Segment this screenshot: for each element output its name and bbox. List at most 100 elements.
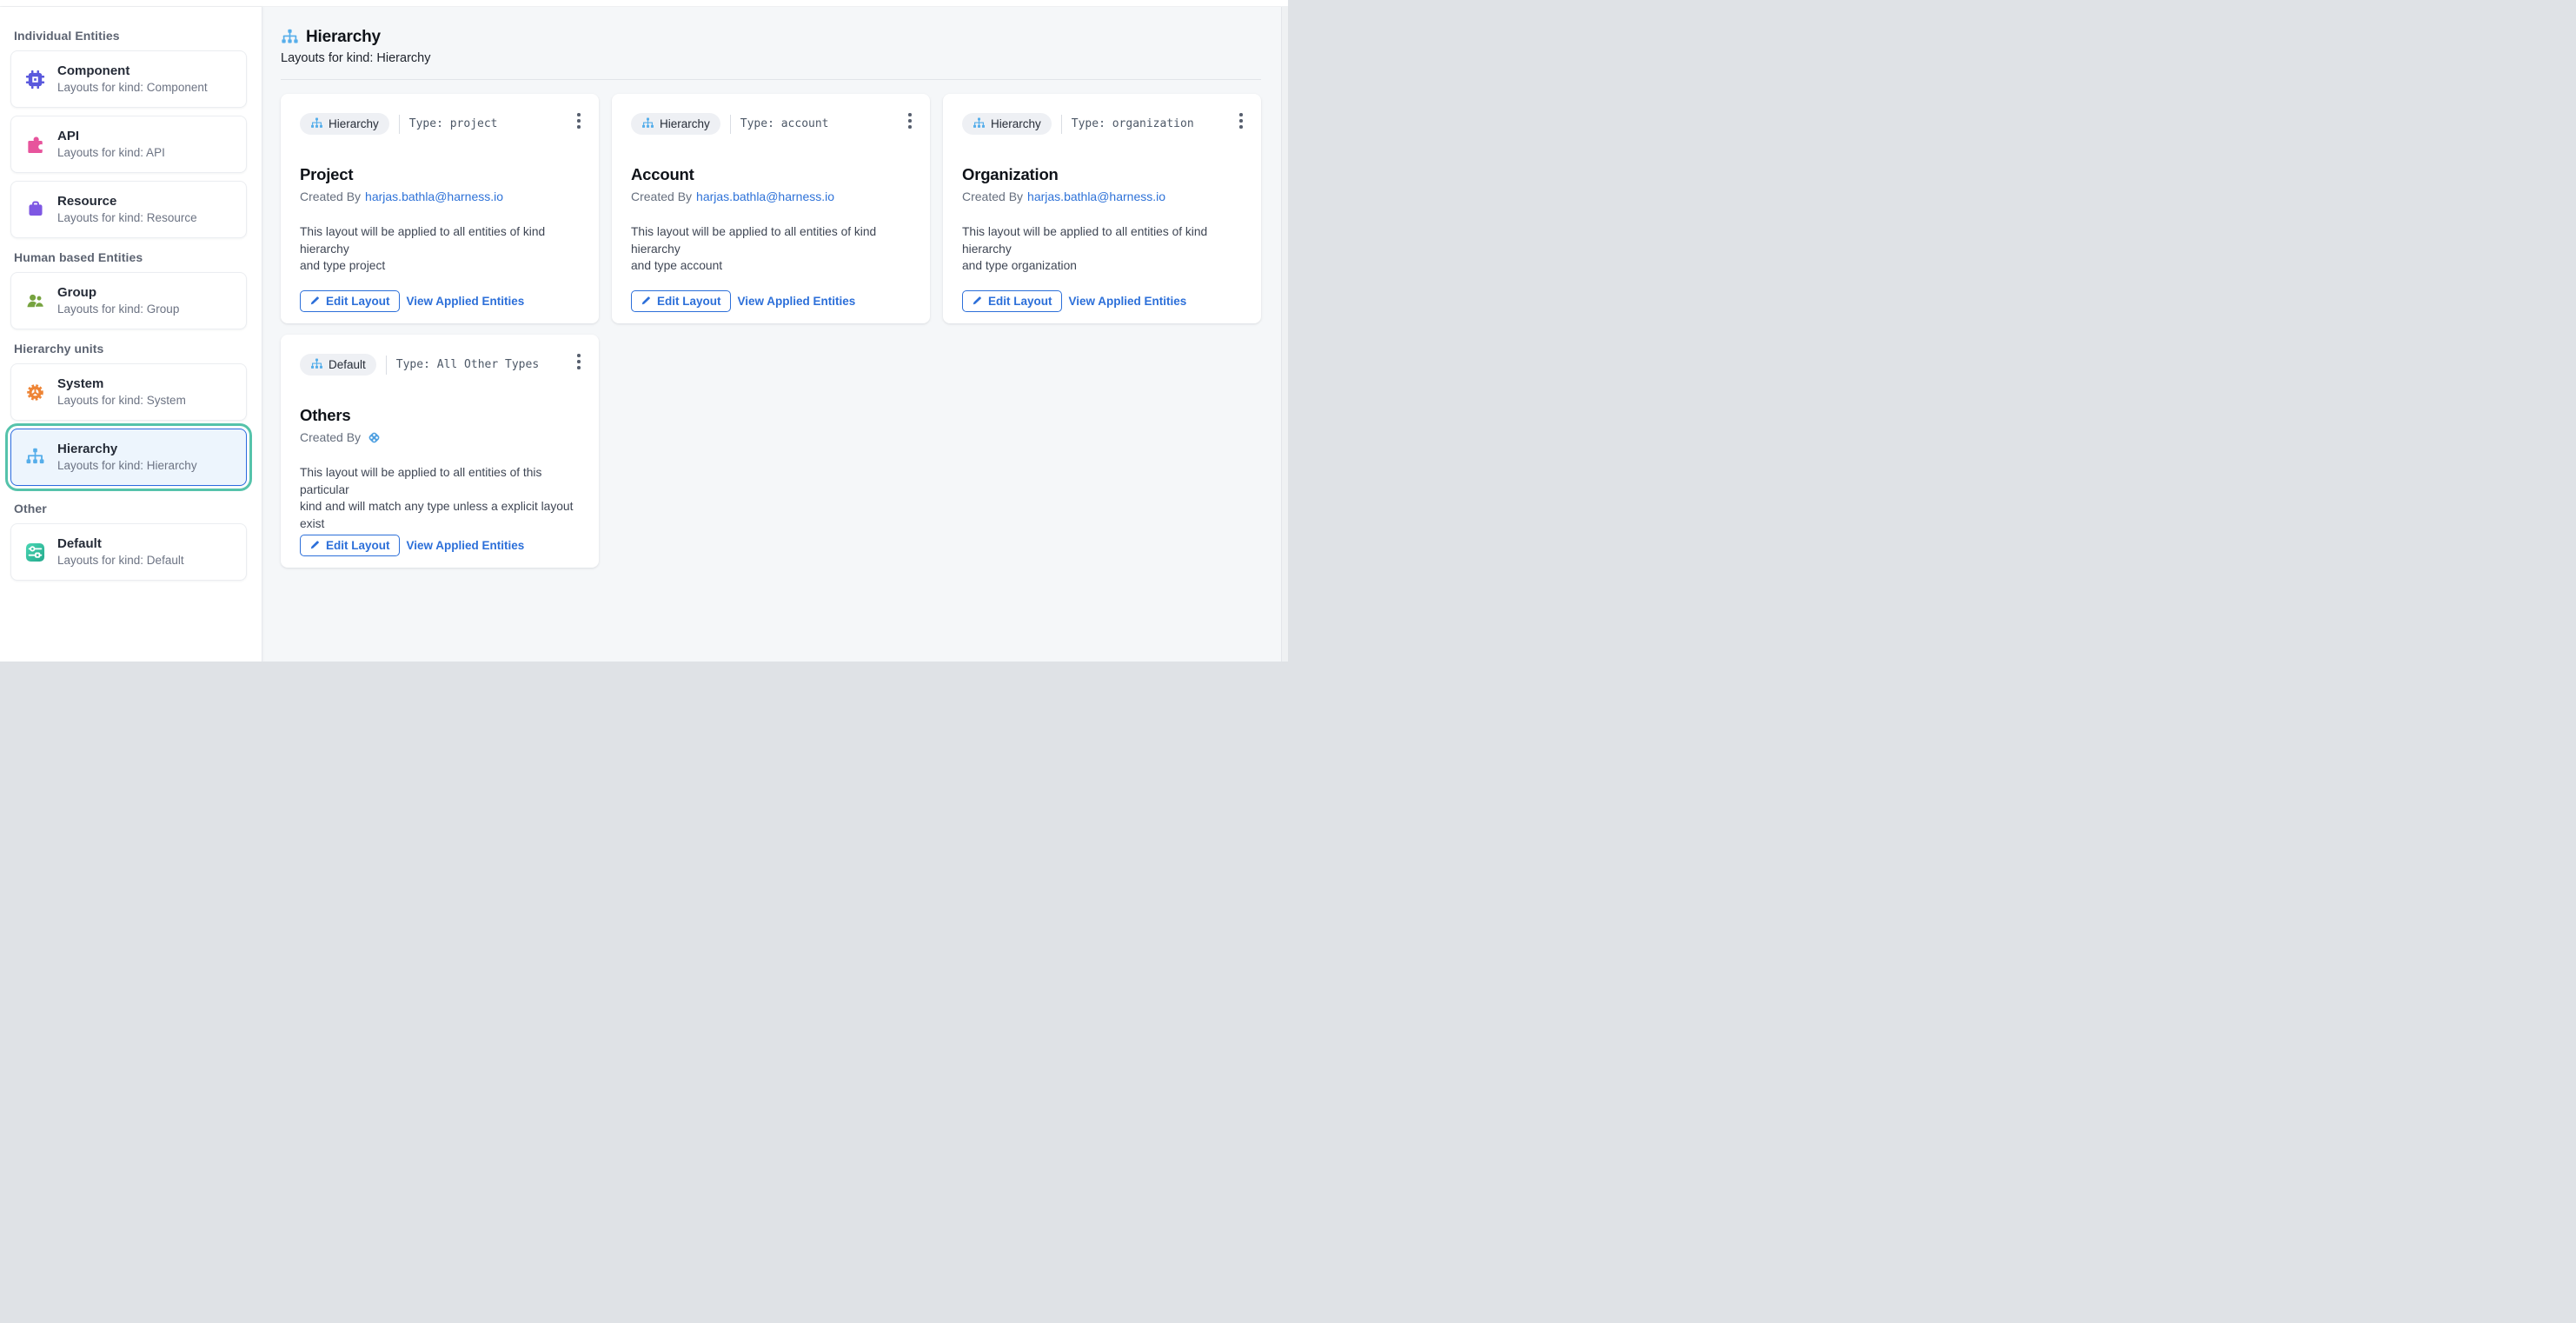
kind-badge: Hierarchy (300, 113, 389, 135)
sidebar-item-title: Hierarchy (57, 442, 197, 456)
section-label: Human based Entities (14, 250, 247, 264)
kind-badge-label: Hierarchy (991, 117, 1041, 130)
type-label: Type: organization (1072, 117, 1194, 130)
resource-icon (25, 200, 45, 220)
created-by-link[interactable]: harjas.bathla@harness.io (365, 189, 503, 204)
view-applied-entities-link[interactable]: View Applied Entities (1069, 290, 1187, 312)
badge-divider (386, 356, 387, 375)
hierarchy-icon (310, 358, 323, 371)
sidebar-item-component[interactable]: Component Layouts for kind: Component (10, 50, 247, 108)
hierarchy-icon (281, 29, 299, 47)
kind-badge-label: Default (329, 358, 366, 371)
hierarchy-icon (641, 117, 654, 130)
created-by-label: Created By (300, 429, 361, 445)
section-hierarchy-units: Hierarchy units (10, 342, 247, 486)
sidebar-item-system[interactable]: System Layouts for kind: System (10, 363, 247, 421)
header-divider (281, 79, 1261, 80)
sidebar-item-hierarchy[interactable]: Hierarchy Layouts for kind: Hierarchy (10, 429, 247, 486)
created-by-row: Created By harjas.bathla@harness.io (962, 189, 1242, 204)
badge-divider (1061, 115, 1062, 134)
layout-card-project: Hierarchy Type: project Project Created … (281, 94, 599, 323)
sidebar-item-title: Group (57, 286, 179, 300)
sidebar: Individual Entities Component Layouts fo… (0, 7, 262, 662)
edit-layout-button[interactable]: Edit Layout (300, 535, 400, 556)
section-other: Other (10, 502, 247, 581)
section-individual-entities: Individual Entities Component Layouts fo… (10, 29, 247, 238)
section-label: Hierarchy units (14, 342, 247, 356)
sidebar-item-api[interactable]: API Layouts for kind: API (10, 116, 247, 173)
sidebar-item-subtitle: Layouts for kind: Resource (57, 211, 197, 224)
page-subtitle: Layouts for kind: Hierarchy (281, 51, 1282, 65)
created-by-link[interactable]: harjas.bathla@harness.io (696, 189, 834, 204)
sidebar-item-title: Default (57, 537, 184, 551)
sidebar-item-default[interactable]: Default Layouts for kind: Default (10, 523, 247, 581)
type-label: Type: All Other Types (396, 358, 539, 371)
pencil-icon (309, 295, 321, 309)
card-menu-button[interactable] (573, 350, 585, 373)
sidebar-item-title: API (57, 130, 165, 143)
scrollbar-track[interactable] (1281, 7, 1288, 662)
created-by-row: Created By (300, 429, 580, 445)
hierarchy-icon (25, 448, 45, 468)
section-label: Individual Entities (14, 29, 247, 43)
pencil-icon (641, 295, 652, 309)
sidebar-item-resource[interactable]: Resource Layouts for kind: Resource (10, 181, 247, 238)
kind-badge: Hierarchy (962, 113, 1052, 135)
sidebar-item-subtitle: Layouts for kind: System (57, 394, 186, 407)
kind-badge: Hierarchy (631, 113, 720, 135)
sidebar-item-title: Resource (57, 195, 197, 209)
card-menu-button[interactable] (573, 110, 585, 132)
created-by-row: Created By harjas.bathla@harness.io (631, 189, 911, 204)
sidebar-item-subtitle: Layouts for kind: Hierarchy (57, 459, 197, 472)
card-menu-button[interactable] (904, 110, 916, 132)
sidebar-item-subtitle: Layouts for kind: API (57, 146, 165, 159)
system-icon (25, 382, 45, 402)
type-label: Type: account (740, 117, 829, 130)
card-title: Organization (962, 165, 1242, 184)
edit-layout-button[interactable]: Edit Layout (962, 290, 1062, 312)
top-band (0, 0, 1288, 7)
created-by-label: Created By (962, 189, 1023, 204)
layout-card-grid: Hierarchy Type: project Project Created … (281, 94, 1282, 568)
layout-card-others: Default Type: All Other Types Others Cre… (281, 335, 599, 568)
sidebar-item-subtitle: Layouts for kind: Component (57, 81, 208, 94)
group-icon (25, 291, 45, 311)
type-label: Type: project (409, 117, 498, 130)
hierarchy-icon (310, 117, 323, 130)
hierarchy-icon (973, 117, 986, 130)
badge-divider (399, 115, 400, 134)
edit-layout-button[interactable]: Edit Layout (631, 290, 731, 312)
harness-avatar-icon (367, 430, 382, 445)
layout-card-organization: Hierarchy Type: organization Organizatio… (943, 94, 1261, 323)
created-by-link[interactable]: harjas.bathla@harness.io (1027, 189, 1165, 204)
section-human-based-entities: Human based Entities Group Layouts for k… (10, 250, 247, 329)
card-menu-button[interactable] (1235, 110, 1247, 132)
card-title: Others (300, 406, 580, 425)
card-description: This layout will be applied to all entit… (300, 223, 580, 275)
sidebar-item-title: System (57, 377, 186, 391)
api-icon (25, 135, 45, 155)
section-label: Other (14, 502, 247, 515)
created-by-label: Created By (300, 189, 361, 204)
view-applied-entities-link[interactable]: View Applied Entities (738, 290, 856, 312)
badge-divider (730, 115, 731, 134)
kind-badge: Default (300, 354, 376, 376)
card-description: This layout will be applied to all entit… (962, 223, 1242, 275)
layout-card-account: Hierarchy Type: account Account Created … (612, 94, 930, 323)
pencil-icon (972, 295, 983, 309)
default-icon (25, 542, 45, 562)
sidebar-item-group[interactable]: Group Layouts for kind: Group (10, 272, 247, 329)
view-applied-entities-link[interactable]: View Applied Entities (407, 535, 525, 556)
card-title: Project (300, 165, 580, 184)
edit-layout-button[interactable]: Edit Layout (300, 290, 400, 312)
sidebar-item-title: Component (57, 64, 208, 78)
view-applied-entities-link[interactable]: View Applied Entities (407, 290, 525, 312)
page-title: Hierarchy (306, 28, 381, 47)
created-by-label: Created By (631, 189, 692, 204)
sidebar-item-subtitle: Layouts for kind: Group (57, 302, 179, 316)
kind-badge-label: Hierarchy (660, 117, 710, 130)
sidebar-item-subtitle: Layouts for kind: Default (57, 554, 184, 567)
pencil-icon (309, 539, 321, 553)
card-description: This layout will be applied to all entit… (631, 223, 911, 275)
card-title: Account (631, 165, 911, 184)
